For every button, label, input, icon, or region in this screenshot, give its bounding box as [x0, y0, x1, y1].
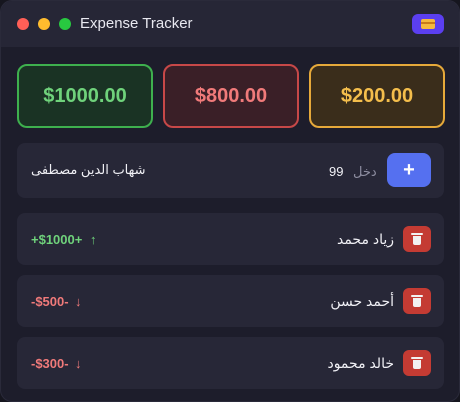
transaction-row: +$1000+ ↑ زياد محمد: [17, 213, 444, 265]
arrow-down-icon: ↓: [75, 294, 82, 309]
transaction-name: زياد محمد: [336, 231, 394, 247]
arrow-up-icon: ↑: [90, 232, 97, 247]
name-input[interactable]: شهاب الدين مصطفى: [31, 162, 171, 178]
balance-total-card: $200.00: [309, 64, 445, 128]
transaction-amount: -$500-: [31, 294, 69, 309]
transaction-name: خالد محمود: [327, 355, 394, 371]
transaction-name: أحمد حسن: [330, 293, 394, 309]
trash-icon: [411, 295, 423, 307]
income-total-card: $1000.00: [17, 64, 153, 128]
trash-icon: [411, 357, 423, 369]
maximize-window-button[interactable]: [59, 18, 71, 30]
app-title: Expense Tracker: [80, 15, 193, 32]
wallet-button[interactable]: [412, 14, 444, 34]
add-button[interactable]: +: [387, 153, 431, 187]
arrow-down-icon: ↓: [75, 356, 82, 371]
add-transaction-form: شهاب الدين مصطفى 99 دخل +: [17, 143, 444, 198]
trash-icon: [411, 233, 423, 245]
transaction-row: -$300- ↓ خالد محمود: [17, 337, 444, 389]
amount-input[interactable]: 99: [329, 164, 343, 179]
type-select[interactable]: دخل: [353, 164, 377, 180]
transaction-row: -$500- ↓ أحمد حسن: [17, 275, 444, 327]
transaction-amount: -$300-: [31, 356, 69, 371]
credit-card-icon: [421, 19, 435, 29]
delete-button[interactable]: [403, 350, 431, 376]
title-bar: Expense Tracker: [1, 1, 459, 47]
app-window: Expense Tracker $1000.00 $800.00 $200.00…: [0, 0, 460, 402]
expense-total-card: $800.00: [163, 64, 299, 128]
minimize-window-button[interactable]: [38, 18, 50, 30]
delete-button[interactable]: [403, 288, 431, 314]
delete-button[interactable]: [403, 226, 431, 252]
close-window-button[interactable]: [17, 18, 29, 30]
transaction-amount: +$1000+: [31, 232, 83, 247]
